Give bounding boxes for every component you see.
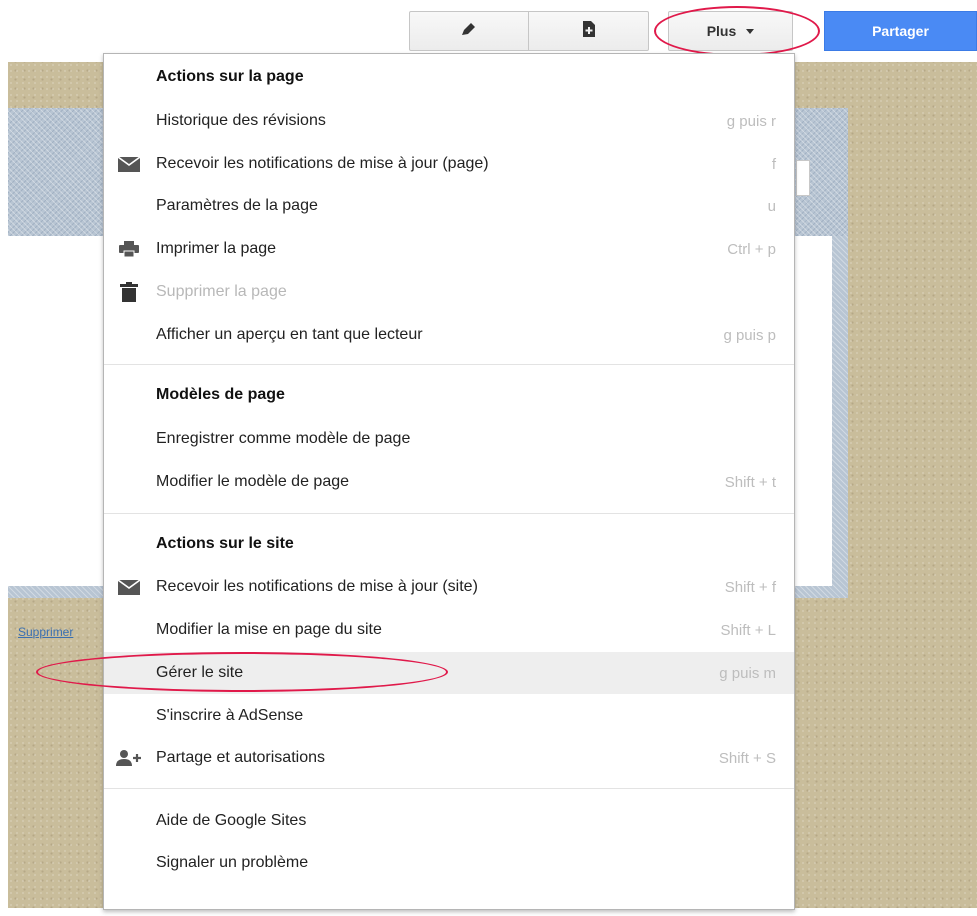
menu-item-label: Modifier le modèle de page <box>156 473 350 490</box>
menu-divider <box>104 788 794 789</box>
menu-item-label: Aide de Google Sites <box>156 812 307 829</box>
menu-item-site-notifications[interactable]: Recevoir les notifications de mise à jou… <box>104 566 794 608</box>
envelope-icon <box>116 577 142 597</box>
pencil-icon <box>460 21 478 42</box>
menu-item-adsense-signup[interactable]: S'inscrire à AdSense <box>104 695 794 737</box>
menu-item-google-sites-help[interactable]: Aide de Google Sites <box>104 800 794 842</box>
menu-item-revision-history[interactable]: Historique des révisions g puis r <box>104 100 794 142</box>
menu-divider <box>104 513 794 514</box>
section-header-site-actions: Actions sur le site <box>156 535 294 552</box>
menu-item-shortcut: Shift + L <box>720 621 776 639</box>
menu-item-label: Enregistrer comme modèle de page <box>156 430 411 447</box>
new-page-icon <box>582 20 596 42</box>
menu-item-shortcut: f <box>771 155 776 173</box>
menu-item-page-notifications[interactable]: Recevoir les notifications de mise à jou… <box>104 143 794 185</box>
menu-item-print-page[interactable]: Imprimer la page Ctrl + p <box>104 228 794 270</box>
annotation-circle-manage-site <box>36 652 448 692</box>
menu-item-shortcut: Ctrl + p <box>727 240 776 258</box>
menu-item-delete-page[interactable]: Supprimer la page <box>104 271 794 313</box>
menu-item-label: Modifier la mise en page du site <box>156 621 382 638</box>
menu-item-label: Recevoir les notifications de mise à jou… <box>156 578 478 595</box>
edit-page-button[interactable] <box>409 11 529 51</box>
menu-item-label: Historique des révisions <box>156 112 326 129</box>
section-header-page-templates: Modèles de page <box>156 386 285 403</box>
menu-item-label: Supprimer la page <box>156 283 287 300</box>
menu-item-label: Partage et autorisations <box>156 749 325 766</box>
menu-item-preview-as-viewer[interactable]: Afficher un aperçu en tant que lecteur g… <box>104 314 794 356</box>
annotation-circle-more <box>654 6 820 56</box>
menu-divider <box>104 364 794 365</box>
menu-item-shortcut: u <box>767 197 776 215</box>
printer-icon <box>116 239 142 259</box>
site-search-box[interactable] <box>796 160 810 196</box>
menu-item-shortcut: Shift + f <box>724 578 776 596</box>
menu-item-label: Paramètres de la page <box>156 197 318 214</box>
delete-link[interactable]: Supprimer <box>18 625 73 639</box>
menu-item-page-settings[interactable]: Paramètres de la page u <box>104 185 794 227</box>
trash-icon <box>116 282 142 302</box>
share-button[interactable]: Partager <box>824 11 977 51</box>
more-dropdown-menu: Actions sur la page Historique des révis… <box>103 53 795 910</box>
menu-item-shortcut: Shift + t <box>724 473 776 491</box>
menu-item-label: Imprimer la page <box>156 240 277 257</box>
new-page-button[interactable] <box>528 11 649 51</box>
menu-item-sharing-permissions[interactable]: Partage et autorisations Shift + S <box>104 737 794 779</box>
section-header-page-actions: Actions sur la page <box>156 68 304 85</box>
menu-item-label: S'inscrire à AdSense <box>156 707 304 724</box>
add-person-icon <box>116 748 142 768</box>
envelope-icon <box>116 154 142 174</box>
menu-item-shortcut: g puis p <box>723 326 776 344</box>
menu-item-report-problem[interactable]: Signaler un problème <box>104 842 794 884</box>
menu-item-save-as-template[interactable]: Enregistrer comme modèle de page <box>104 418 794 460</box>
menu-item-edit-template[interactable]: Modifier le modèle de page Shift + t <box>104 461 794 503</box>
menu-item-label: Signaler un problème <box>156 854 309 871</box>
menu-item-label: Recevoir les notifications de mise à jou… <box>156 155 489 172</box>
menu-item-shortcut: g puis r <box>726 112 776 130</box>
menu-item-edit-site-layout[interactable]: Modifier la mise en page du site Shift +… <box>104 609 794 651</box>
menu-item-shortcut: Shift + S <box>718 749 776 767</box>
menu-item-shortcut: g puis m <box>719 664 776 682</box>
menu-item-label: Afficher un aperçu en tant que lecteur <box>156 326 423 343</box>
